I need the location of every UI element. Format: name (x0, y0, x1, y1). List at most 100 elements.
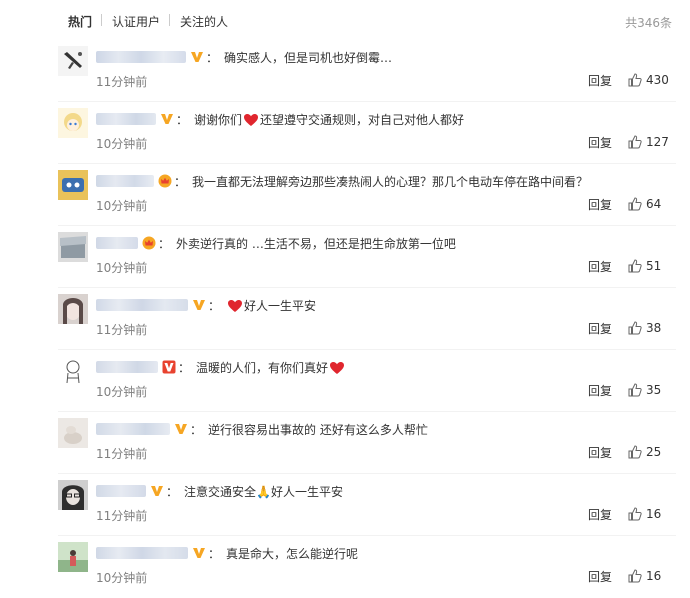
reply-button[interactable]: 回复 (588, 382, 612, 399)
comment-text: 谢谢你们 还望遵守交通规则，对自己对他人都好 (194, 112, 465, 127)
heart-icon (330, 362, 345, 374)
like-count: 51 (646, 259, 662, 273)
tab-following[interactable]: 关注的人 (180, 13, 228, 30)
like-count: 127 (646, 135, 669, 149)
comment-text: 确实感人，但是司机也好倒霉… (224, 50, 393, 65)
reply-button[interactable]: 回复 (588, 196, 612, 213)
like-count: 16 (646, 569, 662, 583)
like-count: 25 (646, 445, 662, 459)
like-button[interactable]: 430 (628, 73, 669, 87)
thumbs-up-icon (628, 445, 642, 459)
username[interactable] (96, 361, 158, 373)
reply-button[interactable]: 回复 (588, 506, 612, 523)
like-button[interactable]: 64 (628, 197, 661, 211)
tab-divider (169, 14, 170, 26)
avatar[interactable] (58, 294, 88, 324)
comment-item: ： 我一直都无法理解旁边那些凑热闹人的心理？那几个电动车停在路中间看？ 10分钟… (0, 164, 690, 226)
thumbs-up-icon (628, 197, 642, 211)
comment-item: ： 好人一生平安 11分钟前 回复 38 (0, 288, 690, 350)
verified-v-icon (193, 548, 205, 558)
thumbs-up-icon (628, 507, 642, 521)
like-count: 35 (646, 383, 662, 397)
comment-item: ： 逆行很容易出事故的 还好有这么多人帮忙 11分钟前 回复 25 (0, 412, 690, 474)
comment-text: 真是命大，怎么能逆行呢 (226, 546, 359, 561)
reply-button[interactable]: 回复 (588, 72, 612, 89)
like-button[interactable]: 38 (628, 321, 661, 335)
comment-item: ： 外卖逆行真的 …生活不易，但还是把生命放第一位吧 10分钟前 回复 51 (0, 226, 690, 288)
thumbs-up-icon (628, 259, 642, 273)
verified-v-red-icon (162, 360, 176, 374)
tab-hot[interactable]: 热门 (68, 13, 92, 30)
comment-text: 我一直都无法理解旁边那些凑热闹人的心理？那几个电动车停在路中间看？ (192, 174, 589, 189)
comment-item: ： 真是命大，怎么能逆行呢 10分钟前 回复 16 (0, 536, 690, 598)
username[interactable] (96, 51, 186, 63)
username[interactable] (96, 485, 146, 497)
comment-time: 11分钟前 (96, 323, 148, 337)
thumbs-up-icon (628, 73, 642, 87)
comment-time: 11分钟前 (96, 75, 148, 89)
comment-time: 10分钟前 (96, 261, 148, 275)
avatar[interactable] (58, 418, 88, 448)
verified-v-icon (193, 300, 205, 310)
comment-time: 11分钟前 (96, 509, 148, 523)
thumbs-up-icon (628, 569, 642, 583)
username[interactable] (96, 113, 156, 125)
thumbs-up-icon (628, 383, 642, 397)
verified-v-icon (175, 424, 187, 434)
like-count: 64 (646, 197, 662, 211)
like-count: 430 (646, 73, 669, 87)
reply-button[interactable]: 回复 (588, 258, 612, 275)
thumbs-up-icon (628, 135, 642, 149)
comment-item: ： 谢谢你们 还望遵守交通规则，对自己对他人都好 10分钟前 回复 127 (0, 102, 690, 164)
username[interactable] (96, 547, 188, 559)
username[interactable] (96, 237, 138, 249)
reply-button[interactable]: 回复 (588, 444, 612, 461)
avatar[interactable] (58, 170, 88, 200)
like-button[interactable]: 16 (628, 569, 661, 583)
comment-text: 温暖的人们，有你们真好 (196, 359, 346, 376)
comment-item: ： 温暖的人们，有你们真好 10分钟前 回复 35 (0, 350, 690, 412)
username[interactable] (96, 299, 188, 311)
like-count: 38 (646, 321, 662, 335)
avatar[interactable] (58, 108, 88, 138)
comment-text: 注意交通安全🙏好人一生平安 (184, 484, 343, 499)
like-button[interactable]: 16 (628, 507, 661, 521)
username[interactable] (96, 175, 154, 187)
like-button[interactable]: 51 (628, 259, 661, 273)
avatar[interactable] (58, 232, 88, 262)
avatar[interactable] (58, 356, 88, 386)
comment-total-count: 共346条 (625, 16, 672, 30)
reply-button[interactable]: 回复 (588, 320, 612, 337)
avatar[interactable] (58, 542, 88, 572)
tab-verified-users[interactable]: 认证用户 (112, 13, 160, 30)
like-button[interactable]: 127 (628, 135, 669, 149)
comment-time: 11分钟前 (96, 447, 148, 461)
like-button[interactable]: 25 (628, 445, 661, 459)
verified-v-icon (161, 114, 173, 124)
vip-crown-icon (158, 174, 172, 188)
comment-item: ： 注意交通安全🙏好人一生平安 11分钟前 回复 16 (0, 474, 690, 536)
comment-item: ： 确实感人，但是司机也好倒霉… 11分钟前 回复 430 (0, 40, 690, 102)
comment-text: 外卖逆行真的 …生活不易，但还是把生命放第一位吧 (176, 236, 456, 251)
verified-v-icon (191, 52, 203, 62)
comment-list: ： 确实感人，但是司机也好倒霉… 11分钟前 回复 430 ： 谢谢你们 还望遵守… (0, 40, 690, 598)
like-button[interactable]: 35 (628, 383, 661, 397)
comment-text: 逆行很容易出事故的 还好有这么多人帮忙 (208, 422, 428, 437)
like-count: 16 (646, 507, 662, 521)
username[interactable] (96, 423, 170, 435)
thumbs-up-icon (628, 321, 642, 335)
comment-tabs: 热门 认证用户 关注的人 共346条 (0, 0, 690, 40)
heart-icon (244, 114, 259, 126)
avatar[interactable] (58, 480, 88, 510)
vip-crown-icon (142, 236, 156, 250)
reply-button[interactable]: 回复 (588, 134, 612, 151)
heart-icon (228, 300, 243, 312)
verified-v-icon (151, 486, 163, 496)
comment-time: 10分钟前 (96, 137, 148, 151)
comment-time: 10分钟前 (96, 571, 148, 585)
comment-time: 10分钟前 (96, 385, 148, 399)
comment-time: 10分钟前 (96, 199, 148, 213)
comment-text: 好人一生平安 (226, 297, 316, 314)
reply-button[interactable]: 回复 (588, 568, 612, 585)
avatar[interactable] (58, 46, 88, 76)
